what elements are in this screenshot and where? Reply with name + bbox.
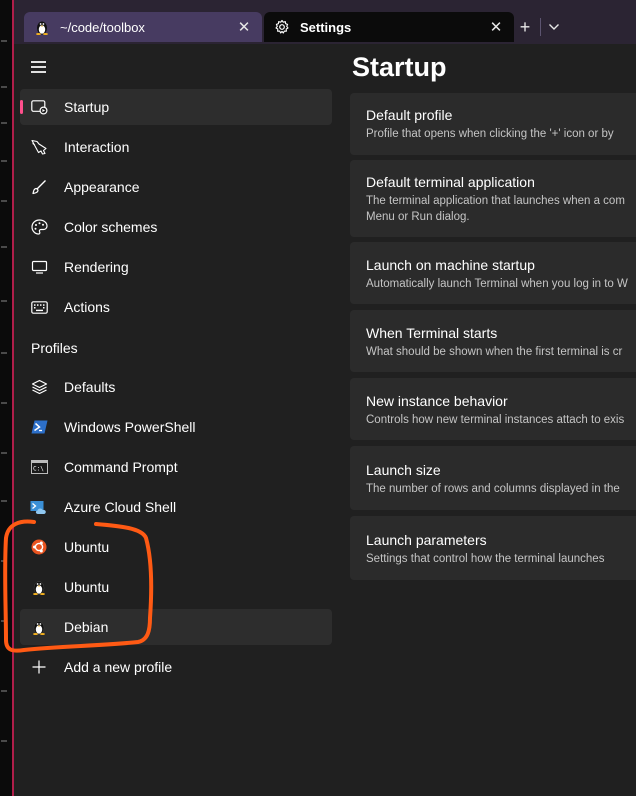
gear-icon — [274, 19, 290, 35]
sidebar-item-ubuntu[interactable]: Ubuntu — [20, 529, 332, 565]
sidebar-item-label: Ubuntu — [64, 579, 110, 595]
sidebar-item-command-prompt[interactable]: C:\ Command Prompt — [20, 449, 332, 485]
pointer-icon — [30, 138, 48, 156]
settings-content: Startup Default profile Profile that ope… — [338, 44, 636, 796]
tab-settings[interactable]: Settings ✕ — [264, 12, 514, 42]
sidebar-item-label: Ubuntu — [64, 539, 110, 555]
tab-title: ~/code/toolbox — [60, 19, 145, 35]
sidebar-item-label: Add a new profile — [64, 659, 173, 675]
sidebar-item-actions[interactable]: Actions — [20, 289, 332, 325]
setting-title: When Terminal starts — [366, 325, 498, 341]
sidebar-item-azure-cloud-shell[interactable]: Azure Cloud Shell — [20, 489, 332, 525]
tab-title: Settings — [300, 19, 352, 35]
sidebar-item-interaction[interactable]: Interaction — [20, 129, 332, 165]
monitor-icon — [30, 258, 48, 276]
ubuntu-icon — [30, 538, 48, 556]
selection-indicator — [20, 100, 23, 114]
setting-title: Launch size — [366, 462, 441, 478]
setting-title: Launch parameters — [366, 532, 487, 548]
azure-cloud-shell-icon — [30, 498, 48, 516]
profiles-section-header: Profiles — [31, 340, 78, 356]
sidebar-item-startup[interactable]: Startup — [20, 89, 332, 125]
setting-title: New instance behavior — [366, 393, 508, 409]
sidebar-item-label: Appearance — [64, 179, 140, 195]
setting-card-when-terminal-starts[interactable]: When Terminal starts What should be show… — [350, 310, 636, 372]
hamburger-menu-button[interactable] — [30, 58, 50, 76]
brush-icon — [30, 178, 48, 196]
sidebar-item-ubuntu-wsl[interactable]: Ubuntu — [20, 569, 332, 605]
sidebar-item-label: Startup — [64, 99, 110, 115]
keyboard-icon — [30, 298, 48, 316]
sidebar-item-label: Color schemes — [64, 219, 158, 235]
setting-description: Controls how new terminal instances atta… — [366, 414, 625, 426]
sidebar-item-debian[interactable]: Debian — [20, 609, 332, 645]
chevron-down-icon — [549, 24, 559, 30]
sidebar-item-defaults[interactable]: Defaults — [20, 369, 332, 405]
tab-dropdown-button[interactable] — [544, 16, 564, 38]
sidebar-item-label: Rendering — [64, 259, 129, 275]
page-title: Startup — [352, 52, 447, 82]
sidebar-item-label: Command Prompt — [64, 459, 178, 475]
setting-description: The number of rows and columns displayed… — [366, 483, 620, 495]
cmd-icon: C:\ — [30, 458, 48, 476]
sidebar-item-rendering[interactable]: Rendering — [20, 249, 332, 285]
setting-card-default-terminal-application[interactable]: Default terminal application The termina… — [350, 160, 636, 237]
startup-icon — [30, 98, 48, 116]
setting-title: Default profile — [366, 107, 453, 123]
sidebar-item-color-schemes[interactable]: Color schemes — [20, 209, 332, 245]
sidebar-item-label: Defaults — [64, 379, 116, 395]
tab-bar: ~/code/toolbox ✕ Settings ✕ + — [14, 0, 636, 44]
tab-toolbox[interactable]: ~/code/toolbox ✕ — [24, 12, 262, 42]
setting-description: Automatically launch Terminal when you l… — [366, 278, 628, 290]
sidebar-item-label: Windows PowerShell — [64, 419, 196, 435]
terminal-window: ~/code/toolbox ✕ Settings ✕ + Startup In… — [12, 0, 636, 796]
sidebar-item-label: Interaction — [64, 139, 130, 155]
powershell-icon — [30, 418, 48, 436]
setting-card-new-instance-behavior[interactable]: New instance behavior Controls how new t… — [350, 378, 636, 440]
setting-title: Launch on machine startup — [366, 257, 535, 273]
layers-icon — [30, 378, 48, 396]
sidebar-item-windows-powershell[interactable]: Windows PowerShell — [20, 409, 332, 445]
setting-description: Profile that opens when clicking the '+'… — [366, 128, 614, 140]
setting-title: Default terminal application — [366, 174, 535, 190]
setting-card-launch-size[interactable]: Launch size The number of rows and colum… — [350, 446, 636, 510]
desktop-background — [0, 0, 12, 796]
linux-penguin-icon — [30, 578, 48, 596]
close-tab-button[interactable]: ✕ — [486, 17, 506, 37]
setting-card-launch-on-machine-startup[interactable]: Launch on machine startup Automatically … — [350, 242, 636, 304]
setting-description: The terminal application that launches w… — [366, 195, 625, 223]
setting-card-launch-parameters[interactable]: Launch parameters Settings that control … — [350, 516, 636, 580]
plus-icon — [30, 658, 48, 676]
setting-card-default-profile[interactable]: Default profile Profile that opens when … — [350, 93, 636, 155]
setting-description: What should be shown when the first term… — [366, 346, 623, 358]
close-tab-button[interactable]: ✕ — [234, 17, 254, 37]
linux-penguin-icon — [30, 618, 48, 636]
setting-description: Settings that control how the terminal l… — [366, 553, 605, 565]
sidebar-item-label: Azure Cloud Shell — [64, 499, 177, 515]
sidebar-item-label: Debian — [64, 619, 109, 635]
tab-separator — [540, 18, 541, 36]
sidebar-item-appearance[interactable]: Appearance — [20, 169, 332, 205]
linux-penguin-icon — [34, 19, 50, 35]
add-new-profile-button[interactable]: Add a new profile — [20, 649, 332, 685]
new-tab-button[interactable]: + — [514, 16, 536, 38]
sidebar-item-label: Actions — [64, 299, 110, 315]
palette-icon — [30, 218, 48, 236]
svg-text:C:\: C:\ — [33, 466, 44, 473]
settings-sidebar: Startup Interaction Appearance Color sch… — [14, 44, 338, 796]
